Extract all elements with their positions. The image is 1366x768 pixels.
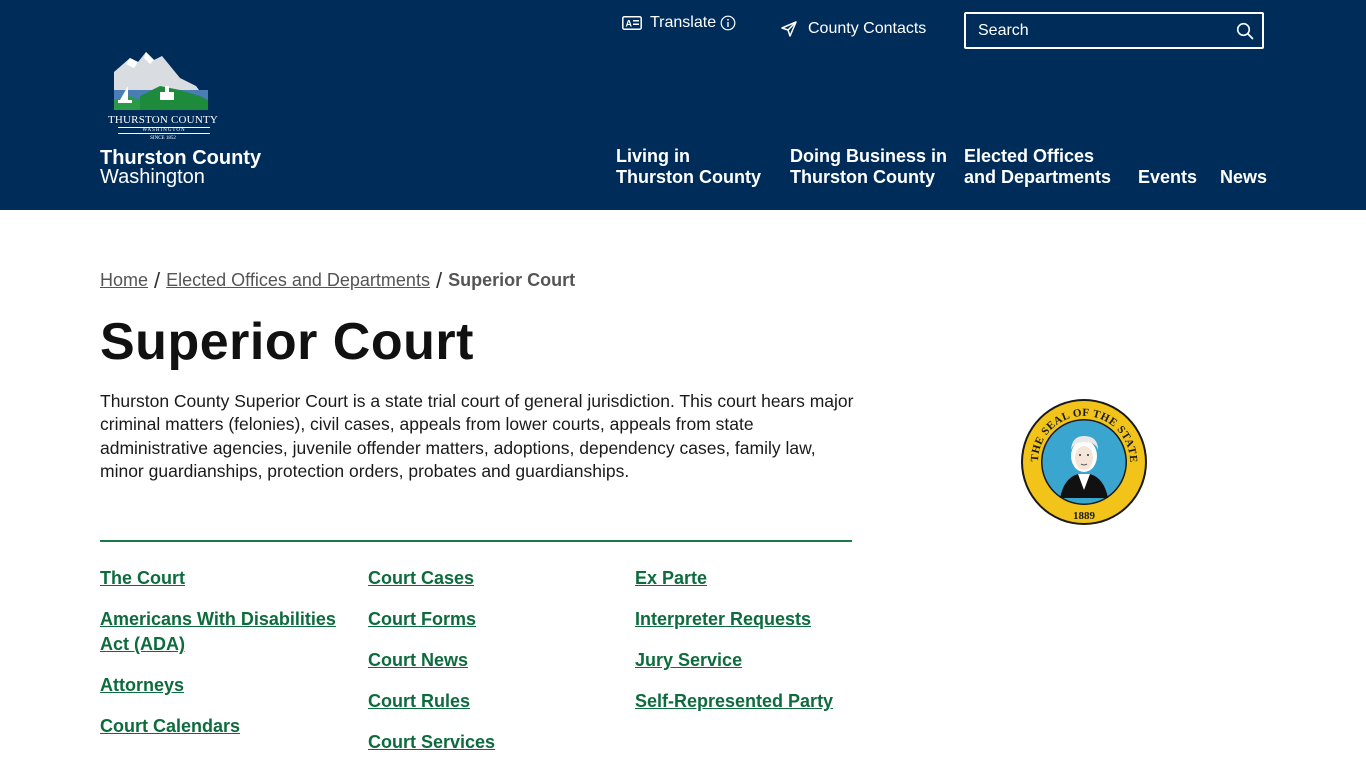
links-column-2: Court Cases Court Forms Court News Court… xyxy=(368,566,608,768)
search-input[interactable] xyxy=(966,14,1228,47)
nav-label-line2: Thurston County xyxy=(790,167,935,187)
link-court-forms[interactable]: Court Forms xyxy=(368,607,608,632)
link-the-court[interactable]: The Court xyxy=(100,566,340,591)
county-contacts-label: County Contacts xyxy=(808,20,927,37)
washington-state-seal: THE SEAL OF THE STATE OF WASHINGTON 1889 xyxy=(1020,398,1147,525)
link-court-cases[interactable]: Court Cases xyxy=(368,566,608,591)
search-button[interactable] xyxy=(1228,14,1262,47)
link-court-calendars[interactable]: Court Calendars xyxy=(100,714,340,739)
breadcrumb-elected-offices[interactable]: Elected Offices and Departments xyxy=(166,270,430,291)
breadcrumb: Home / Elected Offices and Departments /… xyxy=(100,267,576,293)
info-icon[interactable] xyxy=(720,15,736,31)
logo-caption: THURSTON COUNTY xyxy=(107,114,219,126)
link-self-represented-party[interactable]: Self-Represented Party xyxy=(635,689,875,714)
translate-icon: A xyxy=(622,16,642,30)
links-column-1: The Court Americans With Disabilities Ac… xyxy=(100,566,340,755)
link-jury-service[interactable]: Jury Service xyxy=(635,648,875,673)
logo-since: SINCE 1852 xyxy=(150,136,176,141)
county-logo[interactable] xyxy=(100,50,226,114)
nav-events[interactable]: Events xyxy=(1138,167,1197,188)
site-header: THURSTON COUNTY WASHINGTON SINCE 1852 Th… xyxy=(0,0,1366,210)
nav-label-line2: Thurston County xyxy=(616,167,761,187)
link-court-rules[interactable]: Court Rules xyxy=(368,689,608,714)
breadcrumb-current: Superior Court xyxy=(448,270,576,290)
search-icon xyxy=(1236,22,1254,39)
page-title: Superior Court xyxy=(100,313,474,371)
link-interpreter-requests[interactable]: Interpreter Requests xyxy=(635,607,875,632)
breadcrumb-separator: / xyxy=(154,267,161,293)
link-ex-parte[interactable]: Ex Parte xyxy=(635,566,875,591)
site-name[interactable]: Thurston County xyxy=(100,148,261,168)
seal-year: 1889 xyxy=(1073,510,1096,522)
site-subtitle[interactable]: Washington xyxy=(100,167,205,187)
nav-news[interactable]: News xyxy=(1220,167,1267,188)
send-icon xyxy=(781,21,797,37)
search-form xyxy=(964,12,1264,49)
translate-label: Translate xyxy=(650,14,717,31)
svg-text:A: A xyxy=(626,19,633,29)
nav-living-in-thurston-county[interactable]: Living in Thurston County xyxy=(616,146,761,188)
nav-elected-offices[interactable]: Elected Offices and Departments xyxy=(964,146,1111,188)
link-court-news[interactable]: Court News xyxy=(368,648,608,673)
link-court-services[interactable]: Court Services xyxy=(368,730,608,755)
nav-label-line1: Doing Business in xyxy=(790,146,948,166)
nav-label-line1: Living in xyxy=(616,146,690,166)
links-column-3: Ex Parte Interpreter Requests Jury Servi… xyxy=(635,566,875,730)
logo-state: WASHINGTON xyxy=(118,127,210,134)
nav-label-line2: and Departments xyxy=(964,167,1112,187)
intro-paragraph: Thurston County Superior Court is a stat… xyxy=(100,391,854,481)
county-contacts-link[interactable]: County Contacts xyxy=(780,20,926,38)
nav-doing-business[interactable]: Doing Business in Thurston County xyxy=(790,146,947,188)
section-divider xyxy=(100,540,852,542)
link-attorneys[interactable]: Attorneys xyxy=(100,673,340,698)
link-ada[interactable]: Americans With Disabilities Act (ADA) xyxy=(100,607,340,657)
translate-button[interactable]: A Translate xyxy=(622,14,736,32)
breadcrumb-separator: / xyxy=(435,267,443,293)
nav-label-line1: Elected Offices xyxy=(964,146,1095,166)
breadcrumb-home[interactable]: Home xyxy=(100,270,148,291)
